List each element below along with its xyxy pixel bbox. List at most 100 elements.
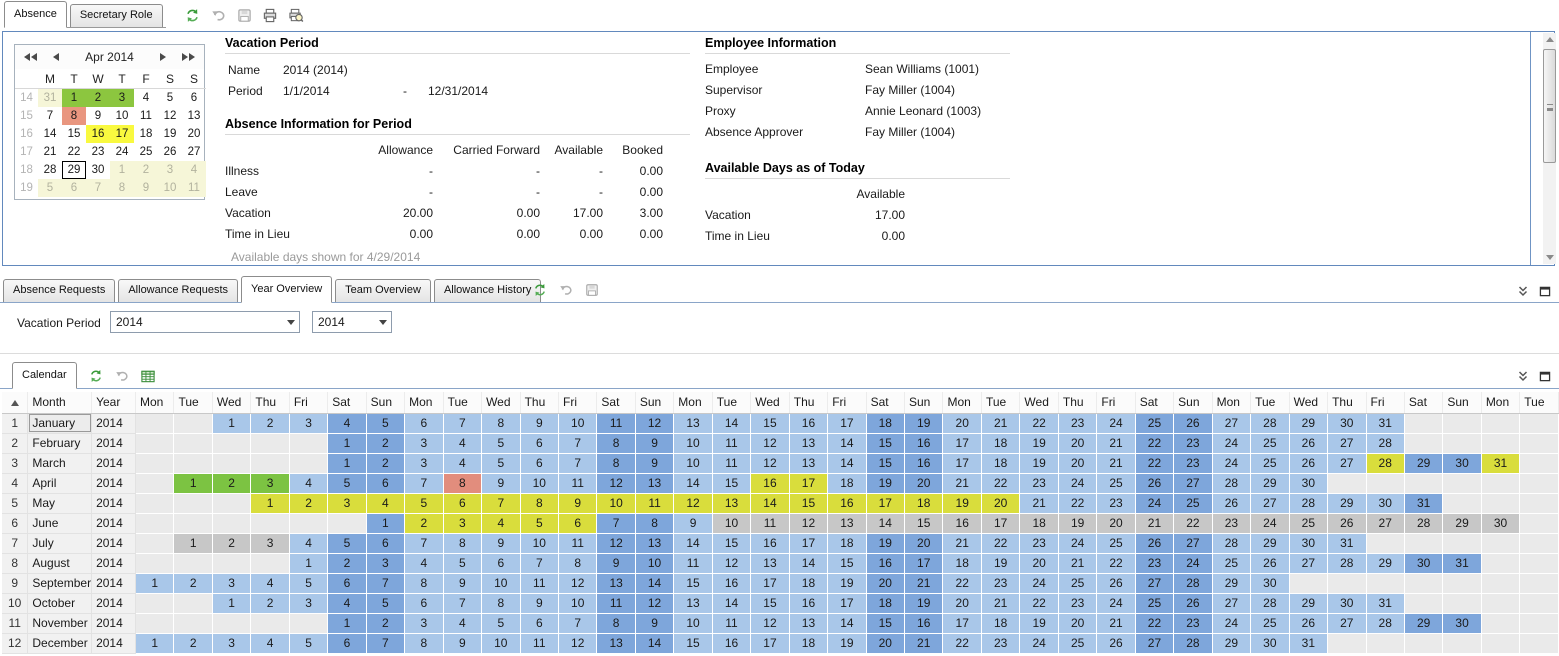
day-cell[interactable]: 29 — [1212, 573, 1250, 593]
day-cell[interactable]: 5 — [289, 573, 327, 593]
day-cell[interactable]: 1 — [328, 433, 366, 453]
save-icon[interactable] — [582, 280, 602, 300]
day-cell[interactable]: 21 — [1135, 513, 1173, 533]
day-cell[interactable]: 31 — [1289, 633, 1328, 653]
day-cell[interactable]: 22 — [1020, 593, 1059, 613]
month-cell[interactable]: April — [28, 473, 92, 493]
day-cell[interactable]: 17 — [981, 513, 1019, 533]
day-cell[interactable]: 19 — [943, 493, 981, 513]
mini-day-cell[interactable]: 23 — [86, 143, 110, 161]
column-header-day[interactable]: Sat — [597, 392, 635, 413]
day-cell[interactable]: 21 — [1058, 553, 1096, 573]
mini-day-cell[interactable]: 3 — [110, 89, 134, 108]
day-cell[interactable]: 27 — [1212, 413, 1250, 433]
year-cell[interactable]: 2014 — [92, 553, 136, 573]
day-cell[interactable]: 11 — [712, 433, 750, 453]
day-cell[interactable]: 11 — [751, 513, 790, 533]
day-cell[interactable]: 26 — [1097, 633, 1135, 653]
tab-absence-requests[interactable]: Absence Requests — [3, 279, 115, 302]
day-cell[interactable]: 22 — [1135, 453, 1173, 473]
mini-day-cell[interactable]: 12 — [158, 107, 182, 125]
day-cell[interactable]: 22 — [1058, 493, 1096, 513]
day-cell[interactable]: 19 — [866, 473, 904, 493]
day-cell[interactable]: 22 — [981, 533, 1019, 553]
day-cell[interactable]: 19 — [828, 633, 866, 653]
day-cell[interactable]: 8 — [482, 593, 521, 613]
day-cell[interactable]: 16 — [943, 513, 981, 533]
day-cell[interactable]: 6 — [520, 433, 558, 453]
day-cell[interactable]: 29 — [1404, 613, 1442, 633]
day-cell[interactable]: 3 — [405, 453, 443, 473]
day-cell[interactable]: 23 — [1097, 493, 1135, 513]
day-cell[interactable]: 1 — [174, 533, 212, 553]
day-cell[interactable]: 20 — [1097, 513, 1135, 533]
day-cell[interactable]: 16 — [789, 413, 827, 433]
undo-icon[interactable] — [208, 5, 228, 25]
day-cell[interactable]: 16 — [905, 453, 943, 473]
collapse-icon[interactable] — [1516, 281, 1530, 301]
day-cell[interactable]: 15 — [751, 593, 790, 613]
mini-day-cell[interactable]: 15 — [62, 125, 86, 143]
day-cell[interactable]: 10 — [674, 433, 712, 453]
day-cell[interactable]: 11 — [520, 633, 558, 653]
day-cell[interactable]: 15 — [751, 413, 790, 433]
day-cell[interactable]: 30 — [1289, 533, 1328, 553]
day-cell[interactable]: 20 — [943, 413, 981, 433]
day-cell[interactable]: 26 — [1328, 513, 1366, 533]
day-cell[interactable]: 25 — [1097, 533, 1135, 553]
day-cell[interactable]: 19 — [1058, 513, 1096, 533]
column-header-day[interactable]: Wed — [212, 392, 251, 413]
day-cell[interactable]: 8 — [559, 553, 597, 573]
day-cell[interactable]: 2 — [405, 513, 443, 533]
day-cell[interactable]: 27 — [1328, 433, 1366, 453]
day-cell[interactable]: 24 — [1097, 593, 1135, 613]
day-cell[interactable]: 23 — [981, 573, 1019, 593]
day-cell[interactable]: 18 — [828, 473, 866, 493]
day-cell[interactable]: 2 — [366, 613, 404, 633]
mini-day-cell[interactable]: 19 — [158, 125, 182, 143]
day-cell[interactable]: 28 — [1174, 633, 1212, 653]
day-cell[interactable]: 7 — [443, 413, 481, 433]
mini-day-cell[interactable]: 7 — [38, 107, 62, 125]
day-cell[interactable]: 2 — [212, 533, 251, 553]
column-header-day[interactable]: Sun — [635, 392, 673, 413]
day-cell[interactable]: 14 — [828, 433, 866, 453]
column-header-day[interactable]: Wed — [482, 392, 521, 413]
day-cell[interactable]: 18 — [789, 633, 827, 653]
day-cell[interactable]: 24 — [1212, 453, 1250, 473]
month-cell[interactable]: July — [28, 533, 92, 553]
day-cell[interactable]: 18 — [866, 413, 904, 433]
day-cell[interactable]: 12 — [751, 613, 790, 633]
day-cell[interactable]: 28 — [1366, 453, 1404, 473]
column-header-day[interactable]: Thu — [251, 392, 289, 413]
day-cell[interactable]: 13 — [751, 553, 790, 573]
day-cell[interactable]: 13 — [635, 533, 673, 553]
day-cell[interactable]: 21 — [1020, 493, 1059, 513]
previous-year-icon[interactable] — [20, 51, 41, 63]
day-cell[interactable]: 29 — [1443, 513, 1481, 533]
day-cell[interactable]: 19 — [1020, 453, 1059, 473]
day-cell[interactable]: 12 — [789, 513, 827, 533]
day-cell[interactable]: 23 — [1020, 533, 1059, 553]
day-cell[interactable]: 2 — [366, 453, 404, 473]
mini-day-cell[interactable]: 4 — [134, 89, 158, 108]
day-cell[interactable]: 23 — [1174, 453, 1212, 473]
month-cell[interactable]: August — [28, 553, 92, 573]
mini-day-cell[interactable]: 14 — [38, 125, 62, 143]
day-cell[interactable]: 11 — [559, 473, 597, 493]
day-cell[interactable]: 25 — [1174, 493, 1212, 513]
column-header-day[interactable]: Tue — [712, 392, 750, 413]
day-cell[interactable]: 17 — [789, 473, 827, 493]
day-cell[interactable]: 26 — [1212, 493, 1250, 513]
day-cell[interactable]: 10 — [674, 613, 712, 633]
day-cell[interactable]: 20 — [905, 473, 943, 493]
day-cell[interactable]: 28 — [1328, 553, 1366, 573]
day-cell[interactable]: 24 — [1097, 413, 1135, 433]
column-header-day[interactable]: Wed — [1289, 392, 1328, 413]
day-cell[interactable]: 17 — [905, 553, 943, 573]
day-cell[interactable]: 27 — [1328, 613, 1366, 633]
day-cell[interactable]: 9 — [520, 593, 558, 613]
day-cell[interactable]: 26 — [1174, 413, 1212, 433]
day-cell[interactable]: 12 — [674, 493, 712, 513]
day-cell[interactable]: 29 — [1251, 473, 1289, 493]
